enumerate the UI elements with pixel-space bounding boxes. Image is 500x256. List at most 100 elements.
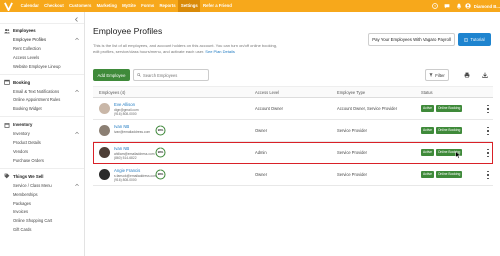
sidebar-header-booking[interactable]: Booking	[0, 77, 84, 92]
employee-email: ivan@emailaddress.com	[114, 129, 151, 134]
vagaro-logo[interactable]	[1, 0, 15, 12]
sidebar-item-vendors[interactable]: Vendors	[0, 148, 84, 157]
sidebar-item-memberships[interactable]: Memberships	[0, 191, 84, 200]
sidebar-item-gift-cards[interactable]: Gift Cards	[0, 226, 84, 235]
export-button[interactable]	[478, 69, 492, 81]
nav-checkout[interactable]: Checkout	[42, 0, 67, 12]
search-employees-field[interactable]	[133, 69, 209, 81]
top-nav-menu: Calendar Checkout Customers Marketing My…	[18, 0, 235, 12]
filter-button[interactable]: Filter	[425, 69, 449, 81]
employee-phone: (916) 808-0000	[114, 177, 137, 182]
sidebar-item-online-appointment-rules[interactable]: Online Appointment Rules	[0, 96, 84, 105]
chevron-up-icon	[75, 122, 79, 140]
top-navigation-bar: Calendar Checkout Customers Marketing My…	[0, 0, 500, 12]
sidebar-divider	[0, 167, 84, 169]
description-text: This is the list of all employees, and a…	[93, 43, 278, 54]
sidebar-item-invoices[interactable]: Invoices	[0, 208, 84, 217]
employee-type: Service Provider	[337, 172, 368, 177]
sidebar-item-inventory[interactable]: Inventory	[0, 130, 84, 139]
sidebar-header-things-we-sell[interactable]: Things We Sell	[0, 171, 84, 186]
status-badge-active: Active	[421, 171, 434, 178]
tutorial-label: Tutorial	[470, 37, 485, 42]
sidebar-header-inventory[interactable]: Inventory	[0, 119, 84, 135]
sidebar-section-things-we-sell: Things We Sell Service / Class Menu Memb…	[0, 171, 84, 235]
search-employees-input[interactable]	[143, 72, 203, 78]
filter-label: Filter	[435, 72, 445, 78]
status-badge-active: Active	[421, 149, 434, 156]
pay-employees-payroll-button[interactable]: Pay Your Employees With Vagaro Payroll	[368, 33, 455, 46]
sidebar-header-label: Things We Sell	[13, 173, 44, 179]
table-row[interactable]: Eve Allison dign@gmail.com (916) 808-000…	[93, 98, 493, 120]
sidebar-item-purchase-orders[interactable]: Purchase Orders	[0, 157, 84, 166]
employee-name-link[interactable]: Eve Allison	[114, 102, 135, 107]
row-more-options-icon[interactable]	[486, 149, 490, 157]
add-employee-button[interactable]: Add Employee	[93, 69, 130, 81]
calendar-icon	[4, 79, 10, 85]
chevron-up-icon	[75, 28, 79, 46]
tutorial-button[interactable]: Tutorial	[458, 33, 491, 46]
status-badge-online-booking: Online Booking	[435, 171, 463, 178]
users-icon	[4, 28, 10, 34]
profile-completion-value: 98%	[157, 128, 164, 132]
sidebar-item-access-levels[interactable]: Access Levels	[0, 54, 84, 63]
employee-name-link[interactable]: Ivan NB	[114, 124, 129, 129]
sidebar-item-service-class-menu[interactable]: Service / Class Menu	[0, 182, 84, 191]
sidebar-section-employees: Employees Employee Profiles Rent Collect…	[0, 25, 84, 72]
avatar	[99, 125, 110, 136]
status-badges: Active Online Booking	[421, 171, 464, 178]
table-row[interactable]: Angie Francis s.farruck@emailaddress.com…	[93, 164, 493, 186]
nav-customers[interactable]: Customers	[66, 0, 94, 12]
nav-settings[interactable]: Settings	[178, 0, 201, 12]
sidebar-item-employee-profiles[interactable]: Employee Profiles	[0, 36, 84, 45]
sidebar-header-label: Employees	[13, 28, 36, 33]
settings-sidebar: Employees Employee Profiles Rent Collect…	[0, 12, 85, 256]
search-icon	[137, 73, 141, 77]
nav-marketing[interactable]: Marketing	[94, 0, 119, 12]
nav-calendar[interactable]: Calendar	[18, 0, 42, 12]
mouse-cursor-icon	[455, 151, 461, 159]
sidebar-header-label: Booking	[13, 79, 31, 85]
sidebar-item-rent-collection[interactable]: Rent Collection	[0, 45, 84, 54]
row-more-options-icon[interactable]	[486, 105, 490, 113]
chevron-up-icon	[75, 80, 79, 98]
employee-type: Account Owner, Service Provider	[337, 106, 398, 111]
see-plan-details-link[interactable]: See Plan Details	[205, 49, 235, 54]
sidebar-divider	[0, 116, 84, 118]
messages-icon[interactable]	[441, 0, 453, 12]
status-badge-online-booking: Online Booking	[435, 105, 463, 112]
nav-reports[interactable]: Reports	[157, 0, 178, 12]
status-badge-online-booking: Online Booking	[435, 127, 463, 134]
sidebar-item-online-shopping-cart[interactable]: Online Shopping Cart	[0, 217, 84, 226]
svg-text:?: ?	[434, 4, 436, 8]
account-name[interactable]: Diamond B...	[474, 4, 500, 9]
sidebar-header-employees[interactable]: Employees	[0, 25, 84, 41]
row-more-options-icon[interactable]	[486, 171, 490, 179]
account-avatar-icon[interactable]	[465, 0, 472, 12]
employee-name-link[interactable]: Ivan NB	[114, 146, 129, 151]
employee-phone: (916) 808-0000	[114, 111, 137, 116]
download-icon	[482, 72, 488, 78]
nav-refer-a-friend[interactable]: Refer a Friend	[200, 0, 234, 12]
sidebar-item-email-text-notifications[interactable]: Email & Text Notifications	[0, 88, 84, 97]
table-row-highlighted[interactable]: Ivan NB ahiliam@emailaddress.com (860) 5…	[93, 142, 493, 164]
print-button[interactable]	[460, 69, 474, 81]
sidebar-item-packages[interactable]: Packages	[0, 200, 84, 209]
access-level: Owner	[255, 128, 268, 133]
avatar	[99, 147, 110, 158]
status-badges: Active Online Booking	[421, 127, 464, 134]
access-level: Admin	[255, 150, 267, 155]
notifications-bell-icon[interactable]	[453, 0, 465, 12]
print-icon	[464, 72, 470, 78]
row-more-options-icon[interactable]	[486, 127, 490, 135]
employee-name-link[interactable]: Angie Francis	[114, 168, 140, 173]
nav-forms[interactable]: Forms	[139, 0, 157, 12]
table-row[interactable]: Ivan NB ivan@emailaddress.com 98% Owner …	[93, 120, 493, 142]
help-icon[interactable]: ?	[429, 0, 441, 12]
access-level: Owner	[255, 172, 268, 177]
sidebar-item-booking-widget[interactable]: Booking Widget	[0, 105, 84, 114]
top-right-tools: ? Diamond B...	[429, 0, 500, 12]
sidebar-item-website-employee-lineup[interactable]: Website Employee Lineup	[0, 63, 84, 72]
avatar	[99, 169, 110, 180]
sidebar-item-product-details[interactable]: Product Details	[0, 139, 84, 148]
nav-mysite[interactable]: MySite	[119, 0, 138, 12]
